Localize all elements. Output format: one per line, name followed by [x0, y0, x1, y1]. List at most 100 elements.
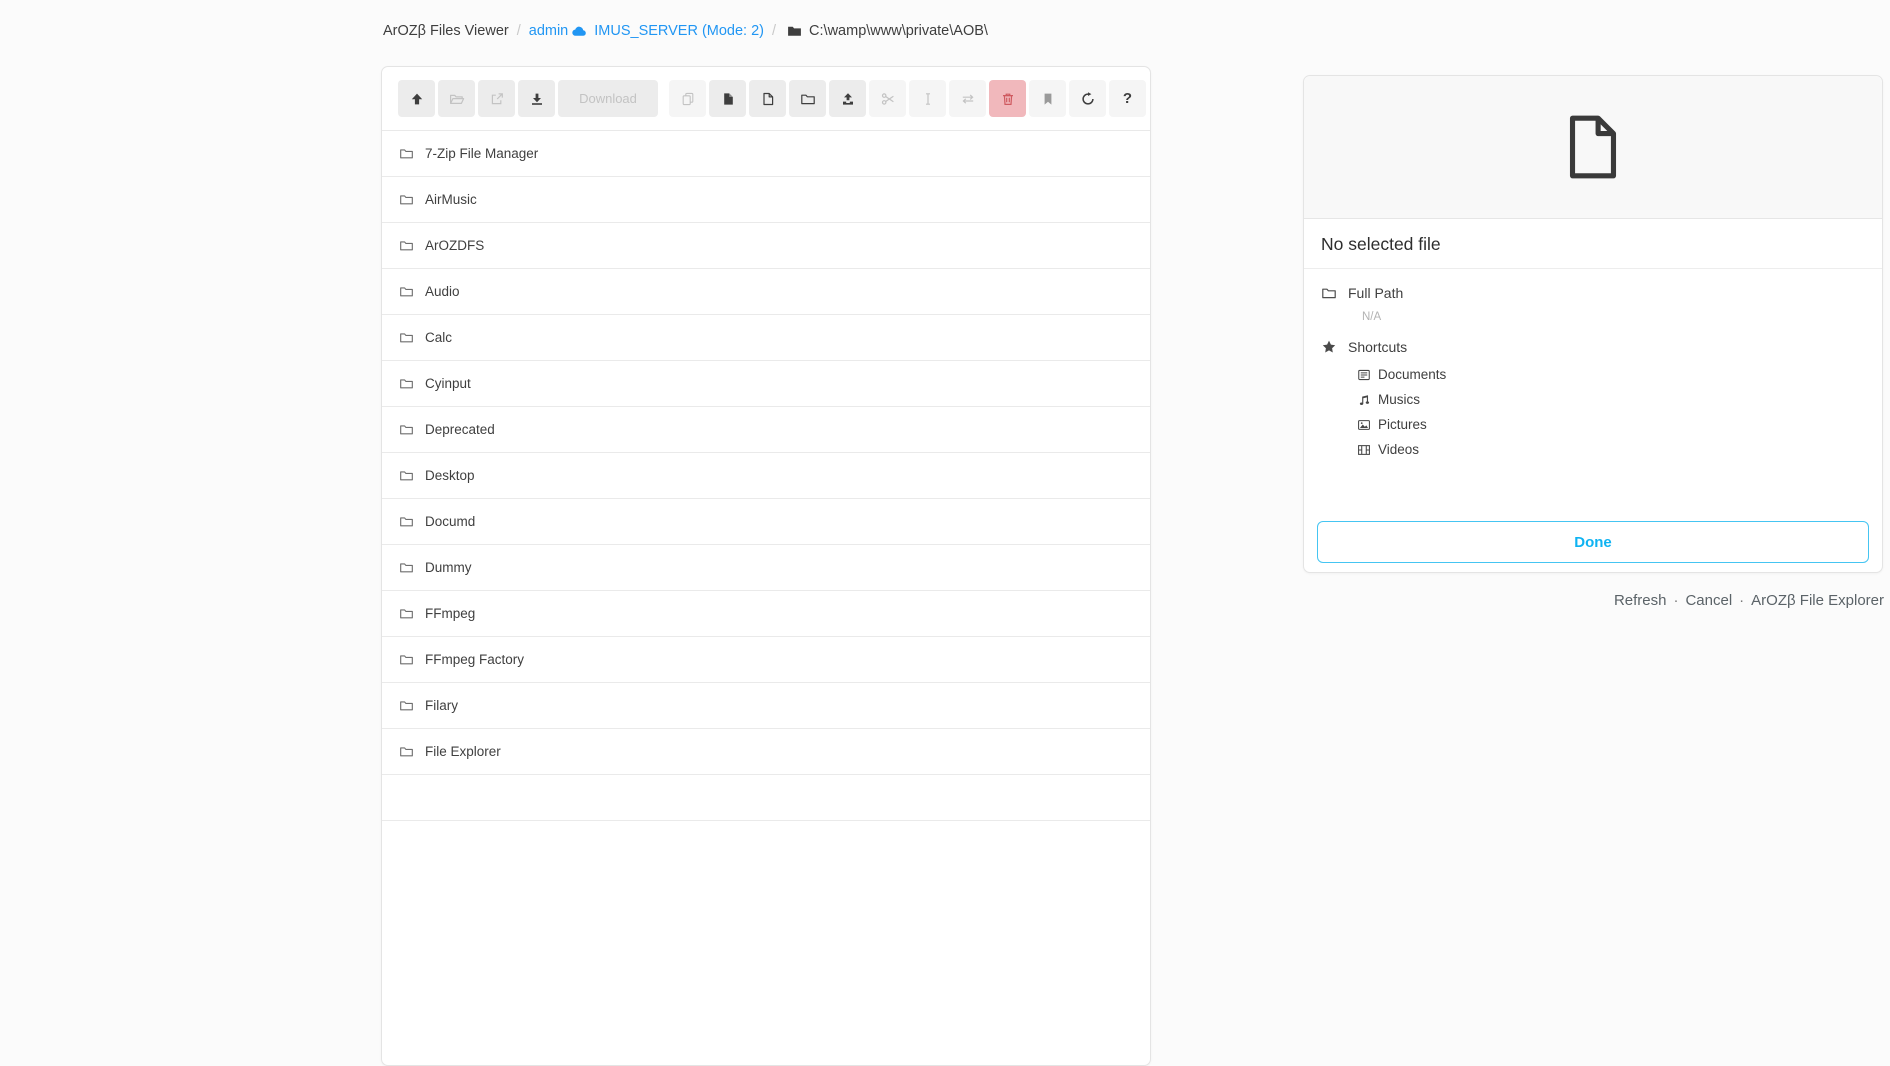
list-item[interactable]: Documd: [382, 499, 1150, 545]
arrow-up-icon: [409, 91, 425, 107]
download-button[interactable]: Download: [558, 80, 658, 117]
paste-icon: [720, 91, 736, 107]
refresh-icon: [1080, 91, 1096, 107]
list-item[interactable]: ArOZDFS: [382, 223, 1150, 269]
shortcut-list: Documents Musics Pictures Videos: [1357, 360, 1865, 462]
panel-title: No selected file: [1304, 219, 1882, 269]
folder-icon: [399, 422, 414, 437]
list-item[interactable]: 7-Zip File Manager: [382, 131, 1150, 177]
file-name: Audio: [425, 284, 460, 299]
document-icon: [1357, 368, 1371, 382]
list-item[interactable]: Deprecated: [382, 407, 1150, 453]
list-item[interactable]: File Explorer: [382, 729, 1150, 775]
folder-icon: [399, 330, 414, 345]
shortcut-pictures[interactable]: Pictures: [1357, 412, 1865, 437]
copy-button[interactable]: [669, 80, 706, 117]
folder-icon: [399, 468, 414, 483]
file-preview-area: [1304, 76, 1882, 219]
download-icon-button[interactable]: [518, 80, 555, 117]
ibeam-icon: [920, 91, 936, 107]
paste-button[interactable]: [709, 80, 746, 117]
list-item[interactable]: FFmpeg Factory: [382, 637, 1150, 683]
list-item[interactable]: Audio: [382, 269, 1150, 315]
list-item[interactable]: Filary: [382, 683, 1150, 729]
scissors-icon: [880, 91, 896, 107]
refresh-link[interactable]: Refresh: [1614, 592, 1667, 609]
list-item[interactable]: Calc: [382, 315, 1150, 361]
file-icon: [1567, 115, 1619, 179]
delete-button[interactable]: [989, 80, 1026, 117]
new-file-button[interactable]: [749, 80, 786, 117]
list-item[interactable]: AirMusic: [382, 177, 1150, 223]
list-item[interactable]: [382, 775, 1150, 821]
cloud-icon: [570, 23, 588, 39]
file-name: Filary: [425, 698, 458, 713]
move-button[interactable]: [949, 80, 986, 117]
folder-icon: [399, 284, 414, 299]
shortcut-musics[interactable]: Musics: [1357, 387, 1865, 412]
download-icon: [529, 91, 545, 107]
music-note-icon: [1357, 393, 1371, 407]
shortcut-label: Musics: [1378, 392, 1420, 407]
shortcut-label: Pictures: [1378, 417, 1427, 432]
upload-icon: [840, 91, 856, 107]
help-button[interactable]: ?: [1109, 80, 1146, 117]
upload-button[interactable]: [829, 80, 866, 117]
list-item[interactable]: Desktop: [382, 453, 1150, 499]
cut-button[interactable]: [869, 80, 906, 117]
breadcrumb: ArOZβ Files Viewer / admin IMUS_SERVER (…: [383, 21, 988, 41]
file-name: Dummy: [425, 560, 472, 575]
folder-icon: [399, 744, 414, 759]
file-name: File Explorer: [425, 744, 501, 759]
external-link-icon: [489, 91, 505, 107]
up-button[interactable]: [398, 80, 435, 117]
folder-icon: [399, 698, 414, 713]
list-item[interactable]: Cyinput: [382, 361, 1150, 407]
full-path-row: Full Path: [1321, 279, 1865, 306]
folder-icon: [399, 606, 414, 621]
file-list-panel: Download: [381, 66, 1151, 1066]
full-path-label: Full Path: [1348, 285, 1403, 301]
folder-icon: [800, 91, 816, 107]
folder-icon: [399, 652, 414, 667]
cancel-link[interactable]: Cancel: [1685, 592, 1732, 609]
footer-links: Refresh · Cancel · ArOZβ File Explorer: [1614, 592, 1884, 609]
bookmark-button[interactable]: [1029, 80, 1066, 117]
file-name: Calc: [425, 330, 452, 345]
file-name: AirMusic: [425, 192, 477, 207]
folder-icon: [399, 192, 414, 207]
list-item[interactable]: Dummy: [382, 545, 1150, 591]
file-icon: [760, 91, 776, 107]
open-new-tab-button[interactable]: [478, 80, 515, 117]
refresh-button[interactable]: [1069, 80, 1106, 117]
folder-icon: [399, 560, 414, 575]
rename-button[interactable]: [909, 80, 946, 117]
copy-icon: [680, 91, 696, 107]
folder-icon: [399, 514, 414, 529]
file-name: Deprecated: [425, 422, 495, 437]
shortcut-label: Videos: [1378, 442, 1419, 457]
breadcrumb-user-link[interactable]: admin: [529, 23, 569, 39]
picture-icon: [1357, 418, 1371, 432]
folder-open-icon: [449, 91, 465, 107]
done-button[interactable]: Done: [1317, 521, 1869, 563]
full-path-value: N/A: [1362, 306, 1865, 333]
file-name: 7-Zip File Manager: [425, 146, 538, 161]
folder-icon: [399, 146, 414, 161]
shortcuts-label: Shortcuts: [1348, 339, 1407, 355]
panel-body: Full Path N/A Shortcuts Documents Musics…: [1304, 269, 1882, 462]
file-name: Documd: [425, 514, 475, 529]
file-name: Cyinput: [425, 376, 471, 391]
open-button[interactable]: [438, 80, 475, 117]
shortcut-videos[interactable]: Videos: [1357, 437, 1865, 462]
shortcut-documents[interactable]: Documents: [1357, 362, 1865, 387]
breadcrumb-server-link[interactable]: IMUS_SERVER (Mode: 2): [594, 23, 764, 39]
toolbar: Download: [382, 67, 1150, 131]
shortcut-label: Documents: [1378, 367, 1446, 382]
list-item[interactable]: FFmpeg: [382, 591, 1150, 637]
file-explorer-link[interactable]: ArOZβ File Explorer: [1751, 592, 1884, 609]
folder-icon: [399, 238, 414, 253]
new-folder-button[interactable]: [789, 80, 826, 117]
star-icon: [1321, 339, 1337, 355]
app-title: ArOZβ Files Viewer: [383, 23, 509, 39]
